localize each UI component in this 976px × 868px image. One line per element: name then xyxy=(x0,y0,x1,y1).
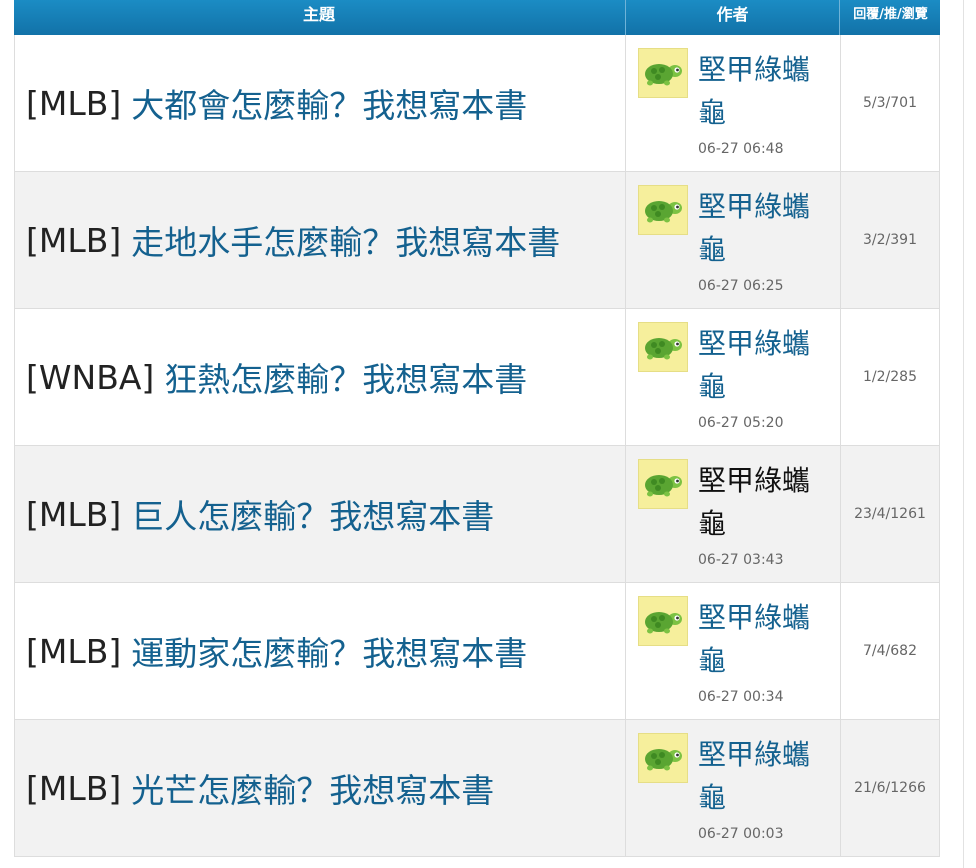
post-time: 06-27 03:43 xyxy=(698,552,784,568)
stats-cell: 1/2/285 xyxy=(840,309,939,445)
author-name-line1: 堅甲綠蠵 xyxy=(698,738,811,771)
header-author: 作者 xyxy=(625,0,839,35)
header-subject: 主題 xyxy=(302,5,335,24)
thread-tag: [MLB] xyxy=(26,631,122,671)
subject-cell: [MLB] 大都會怎麼輸？我想寫本書 xyxy=(15,35,625,171)
author-name-link[interactable]: 堅甲綠蠵龜 xyxy=(698,185,828,271)
author-name-line1: 堅甲綠蠵 xyxy=(698,601,811,634)
subject-cell: [MLB] 走地水手怎麼輸？我想寫本書 xyxy=(15,172,625,308)
thread-tag: [WNBA] xyxy=(26,357,155,397)
thread-row: [MLB] 光芒怎麼輸？我想寫本書 堅甲綠蠵龜 06-27 00:03 21/6/126… xyxy=(14,720,940,857)
post-time: 06-27 00:34 xyxy=(698,689,784,705)
author-cell: 堅甲綠蠵龜 06-27 00:34 xyxy=(625,583,840,719)
thread-row: [MLB] 巨人怎麼輸？我想寫本書 堅甲綠蠵龜 06-27 03:43 23/4/126… xyxy=(14,446,940,583)
author-cell: 堅甲綠蠵龜 06-27 05:20 xyxy=(625,309,840,445)
author-name-line1: 堅甲綠蠵 xyxy=(698,327,811,360)
author-name-line2: 龜 xyxy=(698,370,727,403)
thread-tag: [MLB] xyxy=(26,494,122,534)
thread-list: [MLB] 大都會怎麼輸？我想寫本書 堅甲綠蠵龜 06-27 06:48 5/3/701… xyxy=(14,35,940,857)
stats-cell: 21/6/1266 xyxy=(840,720,939,856)
post-time: 06-27 06:48 xyxy=(698,141,784,157)
page-edge-divider xyxy=(963,0,964,868)
thread-tag: [MLB] xyxy=(26,83,122,123)
post-time: 06-27 06:25 xyxy=(698,278,784,294)
author-name-line2: 龜 xyxy=(698,781,727,814)
thread-title-link[interactable]: 大都會怎麼輸？我想寫本書 xyxy=(131,79,527,127)
author-name-line2: 龜 xyxy=(698,233,727,266)
author-name-link[interactable]: 堅甲綠蠵龜 xyxy=(698,596,828,682)
author-name-link[interactable]: 堅甲綠蠵龜 xyxy=(698,48,828,134)
stats-cell: 7/4/682 xyxy=(840,583,939,719)
thread-row: [MLB] 運動家怎麼輸？我想寫本書 堅甲綠蠵龜 06-27 00:34 7/4/682 xyxy=(14,583,940,720)
stats-cell: 3/2/391 xyxy=(840,172,939,308)
thread-title-link[interactable]: 光芒怎麼輸？我想寫本書 xyxy=(131,764,494,812)
thread-title-link[interactable]: 狂熱怎麼輸？我想寫本書 xyxy=(164,353,527,401)
thread-title-link[interactable]: 走地水手怎麼輸？我想寫本書 xyxy=(131,216,560,264)
author-name-line1: 堅甲綠蠵 xyxy=(698,190,811,223)
turtle-icon[interactable] xyxy=(638,596,688,646)
subject-cell: [MLB] 巨人怎麼輸？我想寫本書 xyxy=(15,446,625,582)
header-stats: 回覆/推/瀏覽 xyxy=(839,0,941,35)
turtle-icon[interactable] xyxy=(638,459,688,509)
thread-tag: [MLB] xyxy=(26,768,122,808)
author-cell: 堅甲綠蠵龜 06-27 06:48 xyxy=(625,35,840,171)
thread-row: [WNBA] 狂熱怎麼輸？我想寫本書 堅甲綠蠵龜 06-27 05:20 1/2/285 xyxy=(14,309,940,446)
author-name-line2: 龜 xyxy=(698,507,727,540)
author-cell: 堅甲綠蠵龜 06-27 00:03 xyxy=(625,720,840,856)
stats-cell: 5/3/701 xyxy=(840,35,939,171)
subject-cell: [WNBA] 狂熱怎麼輸？我想寫本書 xyxy=(15,309,625,445)
author-cell: 堅甲綠蠵龜 06-27 03:43 xyxy=(625,446,840,582)
author-name-line1: 堅甲綠蠵 xyxy=(698,53,811,86)
table-header: 主題 作者 回覆/推/瀏覽 xyxy=(14,0,940,35)
thread-title-link[interactable]: 巨人怎麼輸？我想寫本書 xyxy=(131,490,494,538)
author-name-link[interactable]: 堅甲綠蠵龜 xyxy=(698,733,828,819)
author-name-link[interactable]: 堅甲綠蠵龜 xyxy=(698,459,828,545)
author-name-link[interactable]: 堅甲綠蠵龜 xyxy=(698,322,828,408)
stats-cell: 23/4/1261 xyxy=(840,446,939,582)
post-time: 06-27 05:20 xyxy=(698,415,784,431)
thread-row: [MLB] 大都會怎麼輸？我想寫本書 堅甲綠蠵龜 06-27 06:48 5/3/701 xyxy=(14,35,940,172)
subject-cell: [MLB] 運動家怎麼輸？我想寫本書 xyxy=(15,583,625,719)
thread-row: [MLB] 走地水手怎麼輸？我想寫本書 堅甲綠蠵龜 06-27 06:25 3/2/39… xyxy=(14,172,940,309)
turtle-icon[interactable] xyxy=(638,185,688,235)
subject-cell: [MLB] 光芒怎麼輸？我想寫本書 xyxy=(15,720,625,856)
thread-title-link[interactable]: 運動家怎麼輸？我想寫本書 xyxy=(131,627,527,675)
turtle-icon[interactable] xyxy=(638,322,688,372)
turtle-icon[interactable] xyxy=(638,48,688,98)
turtle-icon[interactable] xyxy=(638,733,688,783)
author-name-line1: 堅甲綠蠵 xyxy=(698,464,811,497)
author-name-line2: 龜 xyxy=(698,644,727,677)
thread-table: 主題 作者 回覆/推/瀏覽 [MLB] 大都會怎麼輸？我想寫本書 堅甲綠蠵龜 06-2… xyxy=(14,0,940,857)
thread-tag: [MLB] xyxy=(26,220,122,260)
author-name-line2: 龜 xyxy=(698,96,727,129)
post-time: 06-27 00:03 xyxy=(698,826,784,842)
author-cell: 堅甲綠蠵龜 06-27 06:25 xyxy=(625,172,840,308)
